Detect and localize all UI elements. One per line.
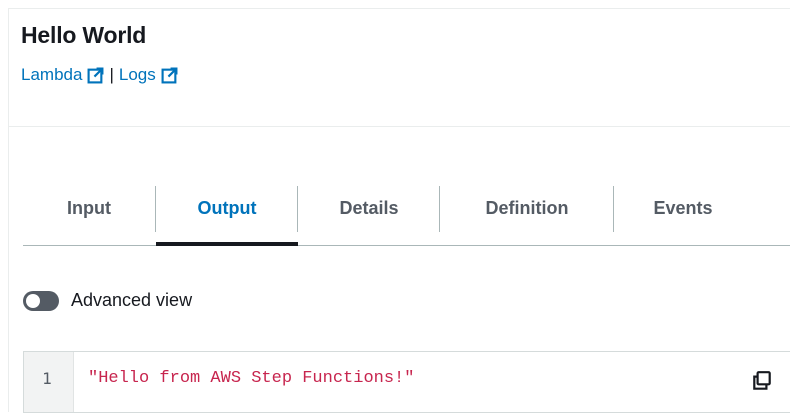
link-separator: | xyxy=(109,65,114,84)
header-links: Lambda | Logs xyxy=(21,65,178,85)
toggle-knob xyxy=(26,293,40,308)
execution-panel: Hello World Lambda | Logs Input Output D… xyxy=(8,8,790,413)
panel-header: Hello World Lambda | Logs xyxy=(9,9,790,127)
logs-link-label: Logs xyxy=(118,65,156,84)
line-number: 1 xyxy=(42,369,52,388)
page-title: Hello World xyxy=(21,22,147,48)
output-code-viewer: 1 "Hello from AWS Step Functions!" xyxy=(23,351,790,413)
copy-icon[interactable] xyxy=(751,370,773,392)
external-link-icon xyxy=(87,67,104,83)
tab-events[interactable]: Events xyxy=(614,172,752,245)
tab-output[interactable]: Output xyxy=(156,172,298,246)
tab-details[interactable]: Details xyxy=(298,172,440,245)
tab-bar: Input Output Details Definition Events xyxy=(23,172,790,246)
advanced-view-toggle[interactable] xyxy=(23,290,59,311)
lambda-link-label: Lambda xyxy=(21,65,83,84)
external-link-icon xyxy=(161,67,178,83)
output-code-line: "Hello from AWS Step Functions!" xyxy=(88,369,415,388)
advanced-view-label: Advanced view xyxy=(71,290,193,310)
lambda-link[interactable]: Lambda xyxy=(21,65,104,85)
line-gutter: 1 xyxy=(24,352,74,412)
advanced-view-row: Advanced view xyxy=(23,290,192,311)
logs-link[interactable]: Logs xyxy=(119,65,178,85)
tab-definition[interactable]: Definition xyxy=(440,172,614,245)
tab-input[interactable]: Input xyxy=(23,172,155,245)
